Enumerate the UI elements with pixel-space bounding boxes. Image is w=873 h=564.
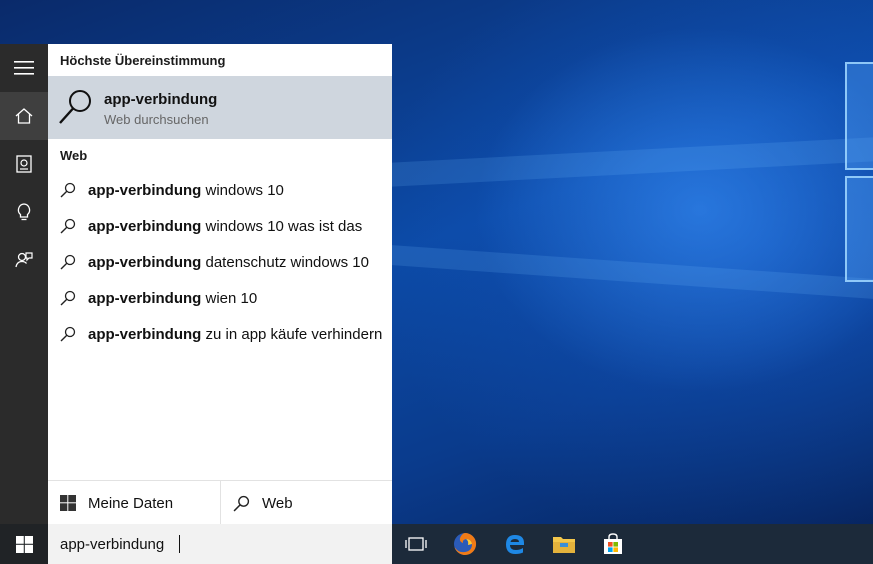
best-match-subtitle: Web durchsuchen bbox=[104, 112, 209, 127]
windows-logo-icon bbox=[60, 495, 76, 511]
suggestion-completion: wien 10 bbox=[201, 289, 258, 307]
web-suggestion[interactable]: app-verbindung zu in app käufe verhinder… bbox=[48, 316, 392, 352]
suggestion-completion: zu in app käufe verhindern bbox=[201, 325, 383, 343]
home-icon bbox=[15, 108, 33, 124]
task-view-button[interactable] bbox=[392, 524, 440, 564]
start-button[interactable] bbox=[0, 524, 48, 564]
sidebar-item-notebook[interactable] bbox=[0, 140, 48, 188]
menu-icon bbox=[14, 61, 34, 75]
search-input[interactable] bbox=[60, 535, 180, 553]
suggestion-query: app-verbindung bbox=[88, 289, 202, 307]
task-view-icon bbox=[405, 537, 427, 551]
feedback-icon bbox=[15, 252, 33, 268]
suggestion-query: app-verbindung bbox=[88, 181, 202, 199]
suggestion-query: app-verbindung bbox=[88, 217, 202, 235]
search-icon bbox=[233, 495, 250, 511]
file-explorer-icon bbox=[553, 537, 575, 553]
store-taskbar-button[interactable] bbox=[589, 524, 637, 564]
web-suggestion[interactable]: app-verbindung wien 10 bbox=[48, 280, 392, 316]
web-suggestion[interactable]: app-verbindung windows 10 was ist das bbox=[48, 208, 392, 244]
search-icon bbox=[59, 90, 91, 124]
store-icon bbox=[604, 533, 622, 554]
sidebar-item-home[interactable] bbox=[0, 92, 48, 140]
search-scope-bar: Meine Daten Web bbox=[48, 480, 392, 525]
scope-web-button[interactable]: Web bbox=[221, 481, 293, 525]
web-suggestion[interactable]: app-verbindung datenschutz windows 10 bbox=[48, 244, 392, 280]
file-explorer-taskbar-button[interactable] bbox=[540, 524, 588, 564]
lightbulb-icon bbox=[17, 203, 31, 221]
search-icon bbox=[60, 290, 76, 306]
firefox-icon bbox=[454, 532, 477, 555]
sidebar-item-tips[interactable] bbox=[0, 188, 48, 236]
suggestion-completion: windows 10 was ist das bbox=[201, 217, 363, 235]
edge-taskbar-button[interactable] bbox=[491, 524, 539, 564]
wallpaper-window-logo bbox=[845, 62, 873, 170]
cortana-sidebar bbox=[0, 44, 48, 524]
sidebar-item-feedback[interactable] bbox=[0, 236, 48, 284]
wallpaper-light-beam bbox=[392, 245, 873, 299]
web-heading: Web bbox=[60, 148, 88, 163]
web-suggestion[interactable]: app-verbindung windows 10 bbox=[48, 172, 392, 208]
search-icon bbox=[60, 182, 76, 198]
taskbar bbox=[0, 524, 873, 564]
suggestion-completion: datenschutz windows 10 bbox=[201, 253, 369, 271]
best-match-heading: Höchste Übereinstimmung bbox=[60, 53, 226, 68]
search-results-panel: Höchste Übereinstimmung app-verbindung W… bbox=[48, 44, 392, 525]
firefox-taskbar-button[interactable] bbox=[441, 524, 489, 564]
hamburger-menu-button[interactable] bbox=[0, 44, 48, 92]
search-icon bbox=[60, 218, 76, 234]
search-icon bbox=[60, 326, 76, 342]
notebook-icon bbox=[16, 155, 32, 173]
wallpaper-window-logo bbox=[845, 176, 873, 282]
suggestion-query: app-verbindung bbox=[88, 253, 202, 271]
text-caret bbox=[179, 535, 180, 553]
search-icon bbox=[60, 254, 76, 270]
edge-icon bbox=[506, 535, 524, 554]
wallpaper-light-beam bbox=[392, 137, 873, 187]
scope-my-data-label: Meine Daten bbox=[88, 494, 174, 512]
windows-logo-icon bbox=[15, 535, 33, 553]
scope-web-label: Web bbox=[262, 494, 293, 512]
scope-my-data-button[interactable]: Meine Daten bbox=[48, 481, 221, 525]
suggestion-query: app-verbindung bbox=[88, 325, 202, 343]
best-match-result[interactable]: app-verbindung Web durchsuchen bbox=[48, 76, 392, 139]
taskbar-search-box[interactable] bbox=[48, 524, 392, 564]
suggestion-completion: windows 10 bbox=[201, 181, 284, 199]
best-match-title: app-verbindung bbox=[104, 91, 218, 108]
